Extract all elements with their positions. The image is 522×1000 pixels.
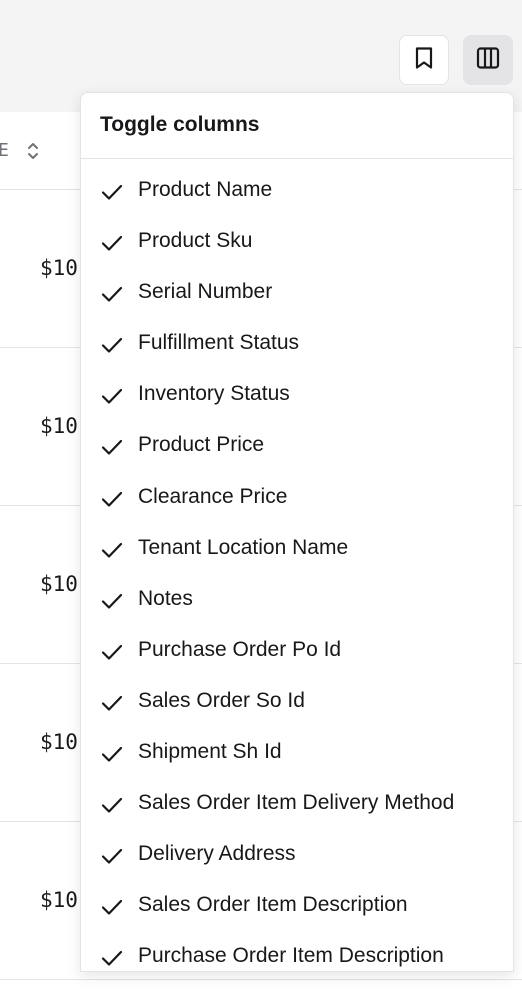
price-cell: $10	[40, 572, 78, 596]
column-option-label: Sales Order So Id	[138, 688, 305, 712]
column-option-product-name[interactable]: Product Name	[81, 166, 513, 217]
check-icon	[101, 436, 123, 458]
price-cell: $10	[40, 730, 78, 754]
check-icon	[101, 385, 123, 407]
column-option-label: Purchase Order Item Description	[138, 944, 444, 968]
columns-icon	[476, 46, 500, 75]
bookmark-icon	[413, 46, 435, 75]
column-list: Product Name Product Sku Serial Number F…	[81, 166, 513, 971]
column-option-label: Product Price	[138, 433, 265, 457]
check-icon	[101, 845, 123, 867]
column-option-label: Purchase Order Po Id	[138, 637, 342, 661]
column-option-label: Inventory Status	[138, 382, 290, 406]
column-option-shipment-sh-id[interactable]: Shipment Sh Id	[81, 728, 513, 779]
check-icon	[101, 334, 123, 356]
check-icon	[101, 947, 123, 969]
check-icon	[101, 590, 123, 612]
column-option-label: Notes	[138, 586, 193, 610]
toggle-columns-button[interactable]	[463, 35, 513, 85]
column-header-label[interactable]: E	[0, 140, 9, 161]
menu-divider	[81, 158, 513, 159]
column-option-label: Delivery Address	[138, 842, 296, 866]
column-option-product-sku[interactable]: Product Sku	[81, 217, 513, 268]
column-option-label: Tenant Location Name	[138, 535, 349, 559]
column-option-serial-number[interactable]: Serial Number	[81, 268, 513, 319]
column-option-label: Sales Order Item Description	[138, 893, 408, 917]
check-icon	[101, 283, 123, 305]
column-option-label: Clearance Price	[138, 484, 288, 508]
column-option-label: Sales Order Item Delivery Method	[138, 791, 455, 815]
check-icon	[101, 692, 123, 714]
column-option-label: Product Name	[138, 178, 273, 201]
column-option-purchase-order-item-description[interactable]: Purchase Order Item Description	[81, 932, 513, 971]
check-icon	[101, 232, 123, 254]
check-icon	[101, 488, 123, 510]
column-option-label: Serial Number	[138, 280, 273, 304]
check-icon	[101, 896, 123, 918]
sort-icon[interactable]	[26, 140, 40, 167]
column-option-sales-order-item-delivery-method[interactable]: Sales Order Item Delivery Method	[81, 779, 513, 830]
column-option-fulfillment-status[interactable]: Fulfillment Status	[81, 319, 513, 370]
column-option-notes[interactable]: Notes	[81, 575, 513, 626]
column-option-label: Product Sku	[138, 229, 253, 253]
column-option-tenant-location-name[interactable]: Tenant Location Name	[81, 524, 513, 575]
column-option-sales-order-item-description[interactable]: Sales Order Item Description	[81, 881, 513, 932]
check-icon	[101, 743, 123, 765]
column-option-delivery-address[interactable]: Delivery Address	[81, 830, 513, 881]
check-icon	[101, 794, 123, 816]
column-option-inventory-status[interactable]: Inventory Status	[81, 370, 513, 421]
check-icon	[101, 181, 123, 203]
menu-title: Toggle columns	[100, 113, 260, 136]
column-option-label: Fulfillment Status	[138, 331, 300, 355]
bookmark-button[interactable]	[399, 35, 449, 85]
column-option-clearance-price[interactable]: Clearance Price	[81, 473, 513, 524]
column-option-product-price[interactable]: Product Price	[81, 421, 513, 472]
column-option-label: Shipment Sh Id	[138, 740, 282, 764]
check-icon	[101, 539, 123, 561]
toggle-columns-menu: Toggle columns Product Name Product Sku …	[80, 92, 514, 972]
column-option-sales-order-so-id[interactable]: Sales Order So Id	[81, 677, 513, 728]
price-cell: $10	[40, 256, 78, 280]
price-cell: $10	[40, 888, 78, 912]
check-icon	[101, 641, 123, 663]
column-option-purchase-order-po-id[interactable]: Purchase Order Po Id	[81, 626, 513, 677]
price-cell: $10	[40, 414, 78, 438]
